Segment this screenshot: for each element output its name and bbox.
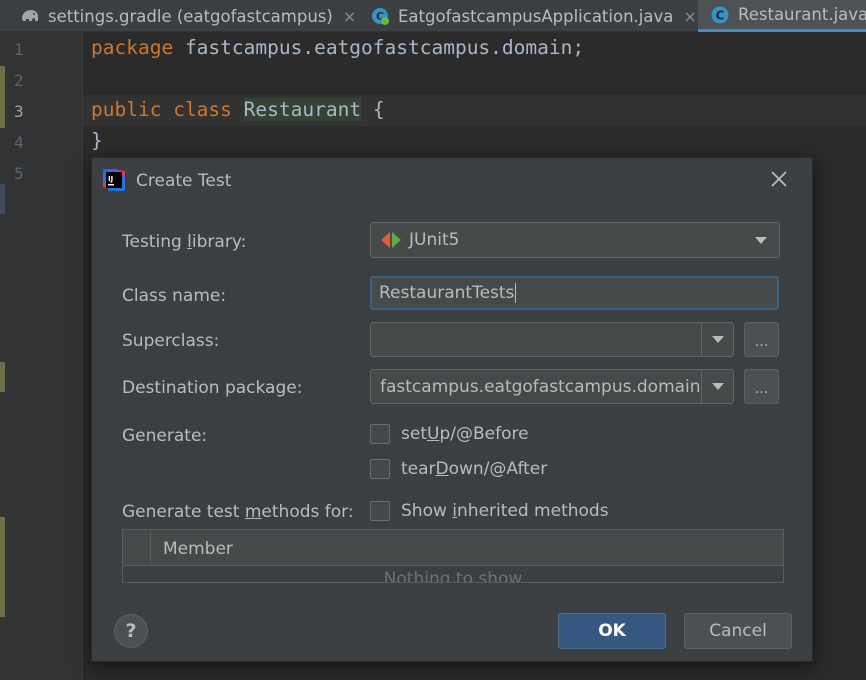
change-marker — [0, 184, 5, 214]
generate-label: Generate: — [122, 426, 208, 446]
member-column-header[interactable]: Member — [163, 539, 233, 559]
keyword: public — [91, 98, 162, 121]
class-name-value: RestaurantTests — [379, 283, 515, 303]
ok-button[interactable]: OK — [558, 613, 666, 649]
line-number: 3 — [14, 102, 24, 121]
svg-text:IJ: IJ — [108, 175, 113, 183]
chevron-down-icon — [755, 237, 767, 244]
change-marker — [0, 517, 5, 617]
tab-settings-gradle[interactable]: settings.gradle (eatgofastcampus) × — [20, 0, 356, 32]
change-marker — [0, 362, 5, 392]
superclass-dropdown-button[interactable] — [701, 323, 733, 356]
code-line-4: } — [91, 129, 103, 152]
gradle-elephant-icon — [22, 10, 38, 21]
show-inherited-row[interactable]: Show inherited methods — [370, 501, 609, 521]
class-name-input[interactable]: RestaurantTests — [370, 276, 779, 310]
show-inherited-checkbox[interactable] — [370, 501, 390, 521]
keyword: class — [173, 98, 232, 121]
cancel-button[interactable]: Cancel — [684, 613, 792, 649]
dialog-title: Create Test — [136, 171, 232, 191]
intellij-logo-icon: IJ — [103, 169, 125, 191]
code-line-1: package fastcampus.eatgofastcampus.domai… — [91, 36, 584, 59]
destination-package-dropdown-button[interactable] — [701, 370, 733, 403]
tab-application-java[interactable]: C EatgofastcampusApplication.java × — [370, 0, 697, 32]
line-number: 2 — [14, 71, 24, 90]
change-marker — [0, 66, 5, 128]
teardown-checkbox-row[interactable]: tearDown/@After — [370, 459, 547, 479]
keyword: package — [91, 36, 174, 59]
tab-label: Restaurant.java — [738, 5, 866, 24]
show-inherited-label: Show inherited methods — [401, 501, 609, 521]
superclass-label: Superclass: — [122, 331, 220, 351]
testing-library-label: Testing library: — [122, 232, 247, 252]
class-name-label: Class name: — [122, 286, 227, 306]
line-gutter — [0, 32, 82, 680]
text-cursor — [515, 283, 517, 303]
line-number: 1 — [14, 40, 24, 59]
teardown-checkbox[interactable] — [370, 459, 390, 479]
gutter-separator — [82, 32, 83, 680]
class-c-icon: C — [711, 6, 729, 23]
help-button[interactable]: ? — [114, 614, 148, 648]
checkbox-column-header[interactable] — [123, 530, 151, 566]
code-line-3: public class Restaurant { — [91, 98, 385, 121]
close-icon[interactable] — [766, 166, 792, 192]
destination-package-label: Destination package: — [122, 378, 303, 398]
superclass-browse-button[interactable]: ... — [744, 322, 779, 357]
brace: { — [372, 98, 385, 121]
chevron-down-icon — [711, 336, 724, 343]
editor-tab-bar: settings.gradle (eatgofastcampus) × C Ea… — [0, 0, 866, 32]
destination-package-value: fastcampus.eatgofastcampus.domain — [380, 376, 701, 397]
tab-label: settings.gradle (eatgofastcampus) — [48, 6, 333, 26]
class-name: Restaurant — [243, 98, 362, 121]
tab-label: EatgofastcampusApplication.java — [398, 6, 674, 26]
chevron-down-icon — [711, 383, 724, 390]
generate-methods-label: Generate test methods for: — [122, 502, 354, 522]
tab-restaurant-java[interactable]: C Restaurant.java — [698, 0, 866, 32]
spring-class-icon: C — [372, 8, 389, 25]
setup-label: setUp/@Before — [401, 424, 529, 444]
close-icon[interactable]: × — [683, 7, 696, 26]
superclass-combo[interactable] — [370, 322, 734, 357]
line-number: 5 — [14, 164, 24, 183]
dialog-title-bar: IJ Create Test — [92, 158, 812, 204]
testing-library-select[interactable]: JUnit5 — [370, 222, 780, 258]
close-icon[interactable]: × — [343, 7, 356, 26]
create-test-dialog: IJ Create Test Testing library: JUnit5 C… — [91, 157, 813, 662]
setup-checkbox[interactable] — [370, 424, 390, 444]
svg-text:C: C — [716, 8, 725, 22]
members-table[interactable]: Member Nothing to show — [122, 529, 784, 583]
testing-library-value: JUnit5 — [409, 230, 460, 250]
brace: } — [91, 129, 103, 152]
line-number: 4 — [14, 133, 24, 152]
table-header: Member — [123, 530, 783, 566]
teardown-label: tearDown/@After — [401, 459, 548, 479]
package-name: fastcampus.eatgofastcampus.domain; — [184, 36, 585, 59]
setup-checkbox-row[interactable]: setUp/@Before — [370, 424, 529, 444]
empty-table-message: Nothing to show — [383, 569, 523, 583]
destination-package-browse-button[interactable]: ... — [744, 369, 779, 404]
destination-package-combo[interactable]: fastcampus.eatgofastcampus.domain — [370, 369, 734, 404]
junit-icon — [381, 232, 401, 248]
